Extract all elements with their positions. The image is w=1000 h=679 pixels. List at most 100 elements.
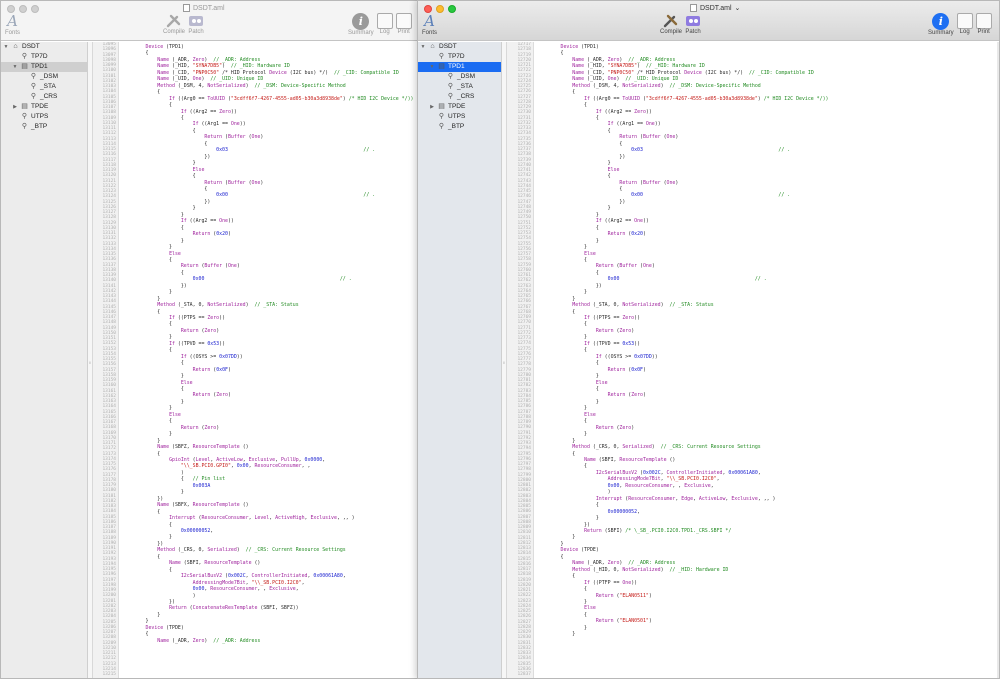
sidebar-item-label: _BTP: [448, 123, 465, 130]
sidebar-item-label: _STA: [40, 83, 56, 90]
disclosure-triangle-icon[interactable]: ▶: [429, 102, 435, 112]
device-icon: ▤: [21, 103, 28, 110]
method-icon: ⚲: [30, 93, 37, 100]
minimize-button[interactable]: [19, 5, 27, 13]
disclosure-triangle-icon[interactable]: ▼: [420, 42, 426, 52]
sidebar-item-label: _DSM: [457, 73, 476, 80]
sidebar-item-label: TP7D: [31, 53, 48, 60]
patch-icon: [189, 16, 204, 26]
home-icon: ⌂: [430, 43, 435, 50]
sidebar-item-label: TPDE: [448, 103, 466, 110]
right-editor-window: DSDT.aml ⌄ A Fonts Compile Patch i Summary …: [417, 0, 1000, 679]
compile-button[interactable]: Compile: [163, 13, 185, 35]
fonts-button[interactable]: A Fonts: [422, 12, 437, 37]
print-button[interactable]: Print: [975, 13, 992, 36]
code-editor[interactable]: Device (TPD1) { Name (_ADR, Zero) // _AD…: [534, 42, 999, 678]
sidebar-item-dsm[interactable]: ⚲ _DSM: [1, 72, 87, 82]
sidebar-item-label: _BTP: [31, 123, 48, 130]
sidebar-item-sta[interactable]: ⚲ _STA: [418, 82, 501, 92]
sidebar-item-label: TPD1: [31, 63, 48, 70]
sidebar-item-btp[interactable]: ⚲ _BTP: [418, 122, 501, 132]
sidebar-item-label: DSDT: [22, 43, 40, 50]
window-title[interactable]: DSDT.aml ⌄: [690, 4, 740, 12]
sidebar-item-crs[interactable]: ⚲ _CRS: [418, 92, 501, 102]
code-line: }: [534, 631, 576, 638]
method-icon: ⚲: [438, 113, 445, 120]
method-icon: ⚲: [447, 73, 454, 80]
method-icon: ⚲: [21, 123, 28, 130]
log-button[interactable]: Log: [376, 13, 393, 36]
sidebar-item-dsm[interactable]: ⚲ _DSM: [418, 72, 501, 82]
compile-patch-group: Compile Patch: [660, 13, 701, 35]
right-sidebar: ▼ ⌂ DSDT ⚲ TP7D ▼ ▤ TPD1 ⚲ _DSM ⚲ _STA ⚲ _CRS ▶ ▤ TPDE ⚲ U…: [418, 42, 502, 678]
summary-button[interactable]: i Summary: [928, 13, 954, 36]
right-toolbar: DSDT.aml ⌄ A Fonts Compile Patch i Summary …: [418, 1, 999, 41]
patch-button[interactable]: Patch: [685, 13, 701, 35]
method-icon: ⚲: [447, 83, 454, 90]
patch-icon: [686, 16, 701, 26]
code-line: 0x03 // .: [216, 147, 376, 154]
sidebar-item-label: TP7D: [448, 53, 465, 60]
sidebar-item-tpd1[interactable]: ▼ ▤ TPD1: [418, 62, 501, 72]
sidebar-item-tpde[interactable]: ▶ ▤ TPDE: [418, 102, 501, 112]
disclosure-triangle-icon[interactable]: ▶: [12, 102, 18, 112]
sidebar-item-label: _DSM: [40, 73, 59, 80]
zoom-button[interactable]: [31, 5, 39, 13]
disclosure-triangle-icon[interactable]: ▼: [3, 42, 9, 52]
sidebar-item-btp[interactable]: ⚲ _BTP: [1, 122, 87, 132]
log-icon: [376, 13, 393, 29]
tools-icon: [166, 14, 181, 28]
right-tools-group: i Summary Log Print: [348, 13, 412, 36]
sidebar-item-tpd1[interactable]: ▼ ▤ TPD1: [1, 62, 87, 72]
left-editor-window: DSDT.aml A Fonts Compile Patch i Summary L…: [0, 0, 418, 679]
window-title: DSDT.aml: [183, 4, 225, 12]
scrollbar[interactable]: [997, 42, 999, 678]
patch-button[interactable]: Patch: [188, 13, 204, 35]
device-icon: ▤: [438, 63, 445, 70]
log-icon: [956, 13, 973, 29]
print-icon: [395, 13, 412, 29]
sidebar-item-dsdt[interactable]: ▼ ⌂ DSDT: [418, 42, 501, 52]
compile-patch-group: Compile Patch: [163, 13, 204, 35]
method-icon: ⚲: [21, 113, 28, 120]
sidebar-item-label: _CRS: [457, 93, 475, 100]
sidebar-item-tpde[interactable]: ▶ ▤ TPDE: [1, 102, 87, 112]
sidebar-item-dsdt[interactable]: ▼ ⌂ DSDT: [1, 42, 87, 52]
summary-button[interactable]: i Summary: [348, 13, 374, 36]
compile-button[interactable]: Compile: [660, 13, 682, 35]
method-icon: ⚲: [30, 83, 37, 90]
code-editor[interactable]: Device (TPD1) { Name (_ADR, Zero) // _AD…: [119, 42, 417, 678]
sidebar-item-tp7d[interactable]: ⚲ TP7D: [418, 52, 501, 62]
sidebar-item-label: UTPS: [448, 113, 466, 120]
device-icon: ▤: [438, 103, 445, 110]
right-tools-group: i Summary Log Print: [928, 13, 992, 36]
sidebar-item-crs[interactable]: ⚲ _CRS: [1, 92, 87, 102]
code-line: Name (_ADR, Zero) // _ADR: Address: [157, 637, 261, 644]
fonts-button[interactable]: A Fonts: [5, 13, 20, 37]
sidebar-item-tp7d[interactable]: ⚲ TP7D: [1, 52, 87, 62]
method-icon: ⚲: [438, 53, 445, 60]
info-icon: i: [352, 13, 370, 30]
minimize-button[interactable]: [436, 5, 444, 13]
disclosure-triangle-icon[interactable]: ▼: [429, 62, 435, 72]
method-icon: ⚲: [447, 93, 454, 100]
disclosure-triangle-icon[interactable]: ▼: [12, 62, 18, 72]
line-number-gutter: 12717 12718 12719 12720 12721 12722 12723 12724…: [507, 42, 534, 678]
sidebar-item-utps[interactable]: ⚲ UTPS: [1, 112, 87, 122]
chevron-down-icon: ⌄: [734, 5, 741, 12]
sidebar-item-label: DSDT: [439, 43, 457, 50]
log-button[interactable]: Log: [956, 13, 973, 36]
sidebar-item-label: TPDE: [31, 103, 49, 110]
tools-icon: [663, 14, 678, 28]
code-line: 0x00 // .: [216, 192, 376, 199]
device-icon: ▤: [21, 63, 28, 70]
sidebar-item-label: _CRS: [40, 93, 58, 100]
sidebar-item-sta[interactable]: ⚲ _STA: [1, 82, 87, 92]
fonts-icon: A: [424, 12, 435, 30]
sidebar-item-label: _STA: [457, 83, 473, 90]
zoom-button[interactable]: [448, 5, 456, 13]
sidebar-item-utps[interactable]: ⚲ UTPS: [418, 112, 501, 122]
info-icon: i: [932, 13, 950, 30]
line-number: 12837: [517, 672, 531, 677]
print-button[interactable]: Print: [395, 13, 412, 36]
